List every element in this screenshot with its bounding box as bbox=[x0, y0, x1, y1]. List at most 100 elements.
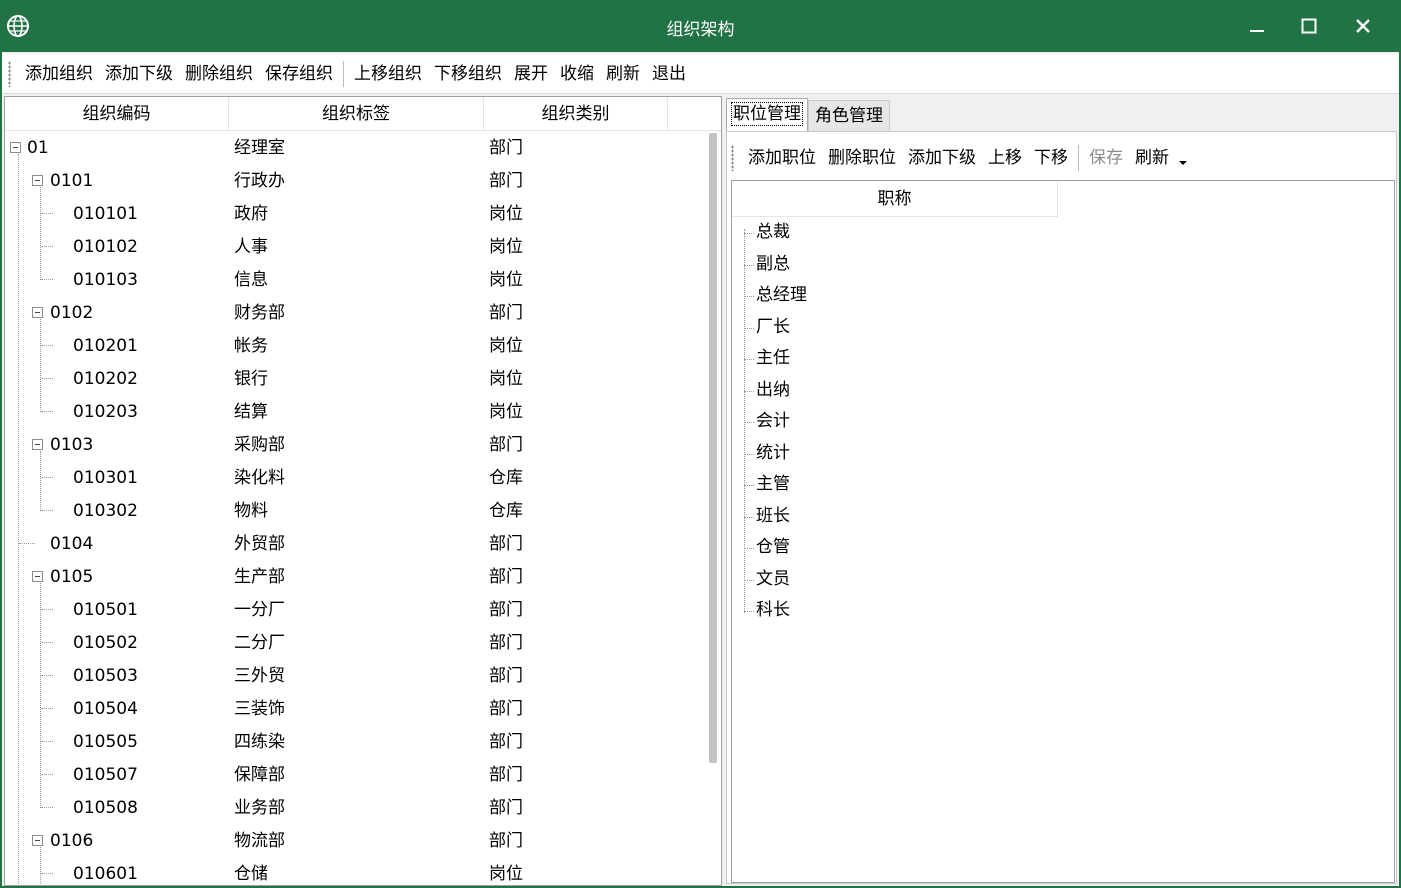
toolbar-button[interactable]: 添加下级 bbox=[99, 59, 179, 89]
position-item[interactable]: 总经理 bbox=[756, 280, 807, 311]
tree-row[interactable]: 010301 染化料 仓库 bbox=[5, 461, 705, 494]
tree-row[interactable]: 010508 业务部 部门 bbox=[5, 791, 705, 824]
tree-row[interactable]: 01 经理室 部门 bbox=[5, 131, 705, 164]
position-item[interactable]: 统计 bbox=[756, 438, 790, 469]
org-label: 经理室 bbox=[234, 138, 285, 158]
org-label: 保障部 bbox=[234, 765, 285, 785]
position-toolbar-button[interactable]: 下移 bbox=[1028, 143, 1074, 173]
collapse-icon[interactable] bbox=[32, 835, 43, 846]
position-toolbar-button[interactable]: 上移 bbox=[982, 143, 1028, 173]
position-item[interactable]: 总裁 bbox=[756, 217, 790, 248]
collapse-icon[interactable] bbox=[32, 439, 43, 450]
position-toolbar-button[interactable]: 刷新 bbox=[1129, 143, 1175, 173]
tab-position-management[interactable]: 职位管理 bbox=[726, 98, 808, 132]
toolbar-button[interactable]: 下移组织 bbox=[428, 59, 508, 89]
position-item[interactable]: 文员 bbox=[756, 564, 790, 595]
tab-role-management[interactable]: 角色管理 bbox=[808, 100, 890, 132]
tree-row[interactable]: 0105 生产部 部门 bbox=[5, 560, 705, 593]
collapse-icon[interactable] bbox=[32, 571, 43, 582]
toolbar-overflow-icon[interactable] bbox=[1175, 143, 1193, 173]
tree-row[interactable]: 010201 帐务 岗位 bbox=[5, 329, 705, 362]
toolbar-button[interactable]: 刷新 bbox=[600, 59, 646, 89]
position-toolbar-button[interactable]: 添加职位 bbox=[742, 143, 822, 173]
tree-row[interactable]: 010503 三外贸 部门 bbox=[5, 659, 705, 692]
toolbar-grip[interactable] bbox=[8, 60, 11, 87]
tree-row[interactable]: 010203 结算 岗位 bbox=[5, 395, 705, 428]
org-code: 0106 bbox=[50, 831, 94, 851]
position-tree[interactable]: 职称 总裁 副总 总经理 厂长 主任 出纳 会计 统计 主管 班长 仓管 文员 科长 bbox=[731, 180, 1395, 883]
org-code: 010503 bbox=[73, 666, 138, 686]
column-header-type[interactable]: 组织类别 bbox=[484, 97, 668, 131]
close-button[interactable] bbox=[1336, 0, 1390, 52]
position-toolbar-button[interactable]: 保存 bbox=[1083, 143, 1129, 173]
tree-row[interactable]: 010202 银行 岗位 bbox=[5, 362, 705, 395]
maximize-button[interactable] bbox=[1282, 0, 1336, 52]
toolbar-button[interactable]: 收缩 bbox=[554, 59, 600, 89]
tree-row[interactable]: 010502 二分厂 部门 bbox=[5, 626, 705, 659]
position-item[interactable]: 主管 bbox=[756, 469, 790, 500]
column-header-code[interactable]: 组织编码 bbox=[5, 97, 229, 131]
org-type: 岗位 bbox=[489, 402, 523, 422]
tree-scrollbar[interactable] bbox=[709, 133, 717, 763]
org-label: 结算 bbox=[234, 402, 268, 422]
org-label: 财务部 bbox=[234, 303, 285, 323]
org-type: 部门 bbox=[489, 138, 523, 158]
org-type: 部门 bbox=[489, 765, 523, 785]
tree-row[interactable]: 010504 三装饰 部门 bbox=[5, 692, 705, 725]
tree-row[interactable]: 0104 外贸部 部门 bbox=[5, 527, 705, 560]
toolbar-button[interactable]: 删除组织 bbox=[179, 59, 259, 89]
toolbar-button[interactable]: 上移组织 bbox=[348, 59, 428, 89]
org-type: 部门 bbox=[489, 699, 523, 719]
position-item[interactable]: 会计 bbox=[756, 406, 790, 437]
org-type: 仓库 bbox=[489, 468, 523, 488]
tab-strip: 职位管理 角色管理 bbox=[726, 98, 890, 132]
toolbar-separator bbox=[1078, 145, 1079, 171]
tree-row[interactable]: 010505 四练染 部门 bbox=[5, 725, 705, 758]
collapse-icon[interactable] bbox=[32, 307, 43, 318]
minimize-button[interactable] bbox=[1230, 0, 1284, 52]
position-item[interactable]: 仓管 bbox=[756, 532, 790, 563]
organization-tree[interactable]: 组织编码 组织标签 组织类别 01 经理室 部门 0101 行政办 部门 010101 政府岗… bbox=[4, 96, 722, 886]
tree-row[interactable]: 010302 物料 仓库 bbox=[5, 494, 705, 527]
tree-connector bbox=[41, 774, 53, 775]
position-item[interactable]: 副总 bbox=[756, 249, 790, 280]
column-header-label[interactable]: 组织标签 bbox=[229, 97, 484, 131]
position-item[interactable]: 厂长 bbox=[756, 312, 790, 343]
tree-connector bbox=[744, 229, 745, 613]
tree-row[interactable]: 010101 政府 岗位 bbox=[5, 197, 705, 230]
tree-row[interactable]: 0103 采购部 部门 bbox=[5, 428, 705, 461]
position-item[interactable]: 班长 bbox=[756, 501, 790, 532]
org-code: 0103 bbox=[50, 435, 94, 455]
tree-row[interactable]: 0102 财务部 部门 bbox=[5, 296, 705, 329]
tree-row[interactable]: 0101 行政办 部门 bbox=[5, 164, 705, 197]
tree-row[interactable]: 010103 信息 岗位 bbox=[5, 263, 705, 296]
tree-connector bbox=[744, 611, 754, 612]
org-label: 银行 bbox=[234, 369, 268, 389]
tree-connector bbox=[41, 279, 53, 280]
tree-connector bbox=[40, 847, 41, 885]
org-label: 三外贸 bbox=[234, 666, 285, 686]
tree-row[interactable]: 010507 保障部 部门 bbox=[5, 758, 705, 791]
position-item[interactable]: 科长 bbox=[756, 595, 790, 626]
tree-row[interactable]: 0106 物流部 部门 bbox=[5, 824, 705, 857]
toolbar-grip[interactable] bbox=[731, 145, 734, 171]
toolbar-button[interactable]: 添加组织 bbox=[19, 59, 99, 89]
toolbar-button[interactable]: 保存组织 bbox=[259, 59, 339, 89]
tree-connector bbox=[41, 510, 53, 511]
collapse-icon[interactable] bbox=[32, 175, 43, 186]
toolbar-button[interactable]: 展开 bbox=[508, 59, 554, 89]
position-toolbar-button[interactable]: 删除职位 bbox=[822, 143, 902, 173]
position-item[interactable]: 出纳 bbox=[756, 375, 790, 406]
tree-row[interactable]: 010102 人事 岗位 bbox=[5, 230, 705, 263]
org-label: 物流部 bbox=[234, 831, 285, 851]
toolbar-button[interactable]: 退出 bbox=[646, 59, 692, 89]
right-panel: 职位管理 角色管理 添加职位 删除职位 添加下级 上移 下移 保存 刷新 职称 总裁 副总 总经… bbox=[724, 96, 1399, 886]
tree-row[interactable]: 010501 一分厂 部门 bbox=[5, 593, 705, 626]
tree-row[interactable]: 010601 仓储 岗位 bbox=[5, 857, 705, 885]
collapse-icon[interactable] bbox=[10, 142, 21, 153]
org-code: 010508 bbox=[73, 798, 138, 818]
tree-body: 01 经理室 部门 0101 行政办 部门 010101 政府 岗位 010102 人事 岗位 0101… bbox=[5, 131, 705, 885]
column-header-title[interactable]: 职称 bbox=[732, 181, 1058, 217]
position-item[interactable]: 主任 bbox=[756, 343, 790, 374]
position-toolbar-button[interactable]: 添加下级 bbox=[902, 143, 982, 173]
